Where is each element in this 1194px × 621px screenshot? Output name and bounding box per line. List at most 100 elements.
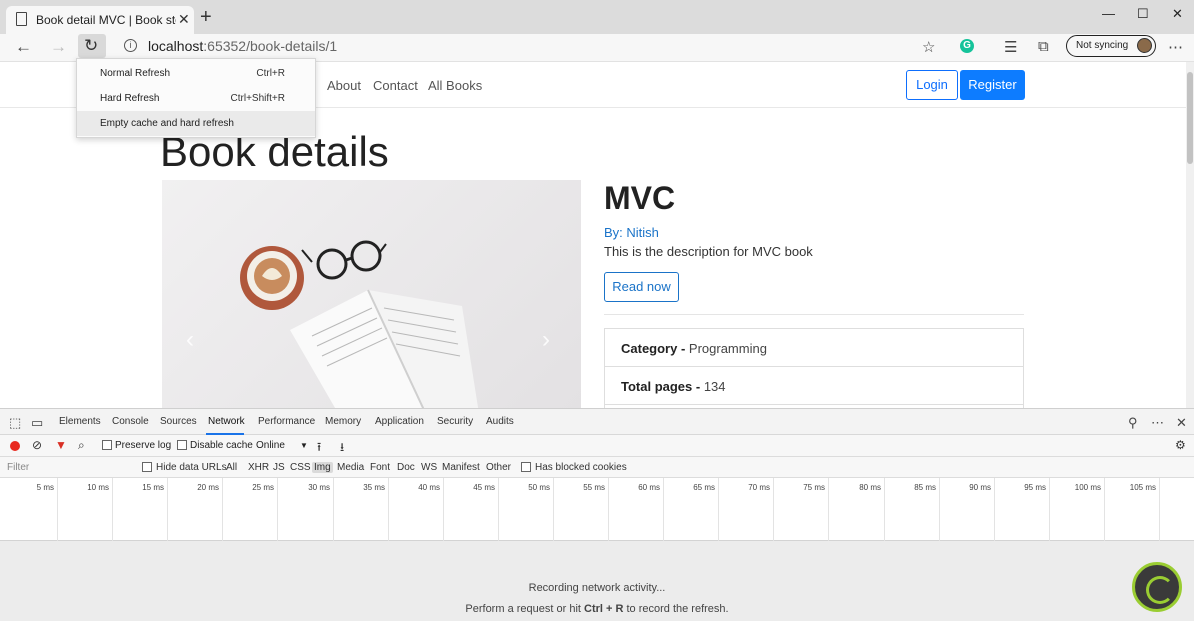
forward-icon[interactable]: →: [50, 37, 67, 57]
timeline-gridline: [333, 478, 334, 541]
favorite-star-icon[interactable]: ☆: [922, 38, 935, 56]
network-toolbar: ⊘ ▼ ⌕ Preserve log Disable cache Online …: [0, 435, 1194, 457]
feedback-icon[interactable]: ⚲: [1128, 415, 1138, 431]
network-settings-gear-icon[interactable]: ⚙: [1175, 438, 1186, 452]
tab-memory[interactable]: Memory: [325, 416, 361, 427]
tab-title: Book detail MVC | Book store ap: [36, 13, 176, 27]
read-now-button[interactable]: Read now: [604, 272, 679, 302]
inspect-element-icon[interactable]: ⬚: [9, 415, 21, 431]
hide-data-urls-checkbox[interactable]: [142, 462, 152, 472]
timeline-gridline: [608, 478, 609, 541]
sync-label: Not syncing: [1076, 40, 1129, 51]
browser-tab[interactable]: Book detail MVC | Book store ap ✕: [6, 6, 194, 34]
timeline-tick-label: 45 ms: [473, 483, 495, 492]
filter-icon[interactable]: ▼: [55, 438, 67, 452]
close-window-icon[interactable]: ✕: [1172, 6, 1183, 22]
filter-type-font[interactable]: Font: [370, 462, 390, 473]
tab-sources[interactable]: Sources: [160, 416, 197, 427]
filter-type-other[interactable]: Other: [486, 462, 511, 473]
menu-hard-refresh[interactable]: Hard Refresh Ctrl+Shift+R: [77, 86, 315, 111]
favorites-list-icon[interactable]: ☰: [1004, 38, 1017, 56]
filter-input[interactable]: Filter: [7, 462, 29, 473]
filter-type-css[interactable]: CSS: [290, 462, 311, 473]
preserve-log-checkbox[interactable]: [102, 440, 112, 450]
timeline-gridline: [277, 478, 278, 541]
timeline-gridline: [167, 478, 168, 541]
nav-all-books[interactable]: All Books: [428, 78, 482, 93]
import-har-icon[interactable]: ⭱: [317, 438, 321, 459]
filter-type-xhr[interactable]: XHR: [248, 462, 269, 473]
refresh-icon: ↻: [84, 36, 99, 55]
filter-type-js[interactable]: JS: [273, 462, 285, 473]
tab-audits[interactable]: Audits: [486, 416, 514, 427]
tab-network[interactable]: Network: [208, 416, 245, 427]
register-button[interactable]: Register: [960, 70, 1025, 100]
devtools-close-icon[interactable]: ✕: [1176, 415, 1187, 431]
tab-security[interactable]: Security: [437, 416, 473, 427]
address-bar[interactable]: localhost:65352/book-details/1: [148, 38, 337, 54]
export-har-icon[interactable]: ⭳: [340, 438, 344, 459]
timeline-tick-label: 75 ms: [803, 483, 825, 492]
timeline-gridline: [1159, 478, 1160, 541]
filter-type-all[interactable]: All: [226, 462, 237, 473]
menu-normal-refresh[interactable]: Normal Refresh Ctrl+R: [77, 61, 315, 86]
tab-application[interactable]: Application: [375, 416, 424, 427]
record-icon[interactable]: [10, 441, 20, 451]
timeline-tick-label: 20 ms: [197, 483, 219, 492]
filter-type-img[interactable]: Img: [312, 462, 333, 473]
tab-elements[interactable]: Elements: [59, 416, 101, 427]
info-icon[interactable]: i: [124, 39, 137, 52]
collections-icon[interactable]: ⧉: [1038, 38, 1049, 55]
book-author[interactable]: By: Nitish: [604, 225, 659, 240]
timeline-tick-label: 25 ms: [252, 483, 274, 492]
timeline-tick-label: 80 ms: [859, 483, 881, 492]
channel-logo: [1132, 562, 1182, 612]
network-timeline: 5 ms 10 ms 15 ms 20 ms 25 ms 30 ms 35 ms 40 ms 4…: [0, 478, 1194, 541]
timeline-tick-label: 65 ms: [693, 483, 715, 492]
filter-type-doc[interactable]: Doc: [397, 462, 415, 473]
menu-shortcut: Ctrl+R: [256, 68, 285, 79]
blocked-cookies-checkbox[interactable]: [521, 462, 531, 472]
search-icon[interactable]: ⌕: [78, 438, 85, 453]
back-icon[interactable]: ←: [15, 37, 32, 57]
grammarly-icon[interactable]: G: [960, 39, 974, 53]
pages-row: Total pages - 134: [604, 366, 1024, 405]
throttle-select[interactable]: Online: [256, 440, 285, 451]
login-button[interactable]: Login: [906, 70, 958, 100]
category-value: Programming: [688, 341, 767, 356]
carousel-prev-icon[interactable]: ‹: [186, 326, 194, 354]
new-tab-icon[interactable]: +: [200, 6, 212, 29]
clear-icon[interactable]: ⊘: [32, 438, 42, 452]
more-icon[interactable]: ⋯: [1168, 38, 1183, 56]
menu-label: Empty cache and hard refresh: [100, 118, 234, 129]
minimize-icon[interactable]: —: [1102, 6, 1115, 21]
timeline-tick-label: 1: [1180, 483, 1194, 492]
profile-sync-button[interactable]: Not syncing: [1066, 35, 1156, 57]
timeline-tick-label: 15 ms: [142, 483, 164, 492]
book-photo: [240, 240, 479, 408]
tab-close-icon[interactable]: ✕: [178, 11, 190, 28]
refresh-button[interactable]: ↻: [78, 34, 106, 58]
page-scrollbar-thumb[interactable]: [1187, 72, 1193, 164]
timeline-tick-label: 105 ms: [1129, 483, 1156, 492]
empty-state-line1: Recording network activity...: [528, 582, 666, 594]
maximize-icon[interactable]: ☐: [1137, 6, 1149, 22]
menu-label: Hard Refresh: [100, 93, 160, 104]
timeline-gridline: [773, 478, 774, 541]
nav-about[interactable]: About: [327, 78, 361, 93]
tab-console[interactable]: Console: [112, 416, 149, 427]
devtools-more-icon[interactable]: ⋯: [1151, 415, 1164, 431]
timeline-tick-label: 55 ms: [583, 483, 605, 492]
menu-empty-cache-hard-refresh[interactable]: Empty cache and hard refresh: [77, 111, 315, 136]
filter-type-ws[interactable]: WS: [421, 462, 437, 473]
tab-performance[interactable]: Performance: [258, 416, 315, 427]
carousel-next-icon[interactable]: ›: [542, 326, 550, 354]
disable-cache-checkbox[interactable]: [177, 440, 187, 450]
timeline-tick-label: 70 ms: [748, 483, 770, 492]
filter-type-media[interactable]: Media: [337, 462, 364, 473]
nav-contact[interactable]: Contact: [373, 78, 418, 93]
timeline-gridline: [663, 478, 664, 541]
throttle-chevron-icon[interactable]: ▼: [300, 441, 308, 450]
device-toolbar-icon[interactable]: ▭: [31, 415, 43, 431]
filter-type-manifest[interactable]: Manifest: [442, 462, 480, 473]
